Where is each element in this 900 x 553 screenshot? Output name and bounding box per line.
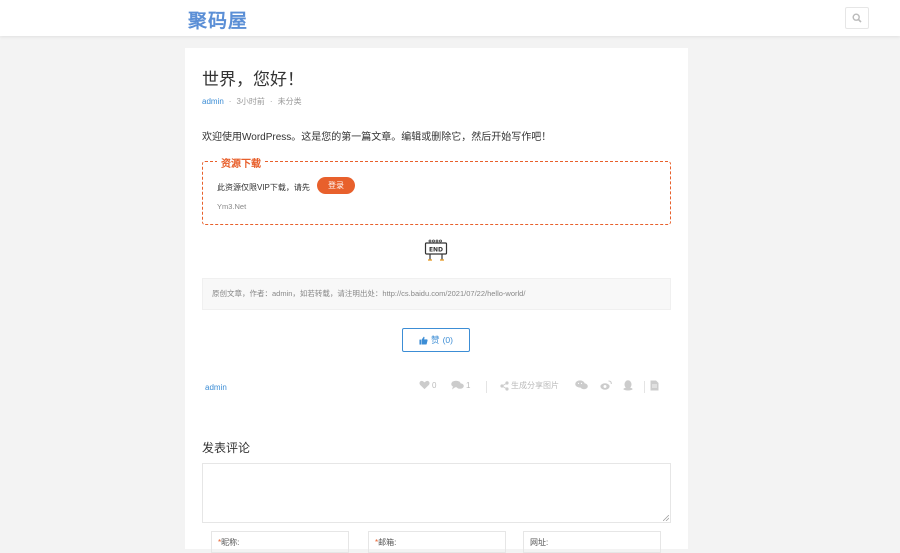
heart-icon (419, 380, 430, 390)
name-label: 昵称: (221, 538, 240, 547)
search-button[interactable] (845, 7, 869, 29)
weibo-share[interactable] (600, 380, 612, 390)
comments-action[interactable]: 1 (451, 380, 470, 390)
favorite-action[interactable]: 0 (419, 380, 436, 390)
comment-textarea[interactable] (202, 463, 671, 523)
favorite-count: 0 (432, 380, 437, 390)
download-legend: 资源下载 (217, 155, 265, 170)
download-text: 此资源仅限VIP下载，请先 (217, 183, 310, 192)
comments-icon (451, 380, 464, 390)
share-image-label: 生成分享图片 (511, 381, 559, 390)
thumbs-up-icon (419, 336, 428, 345)
document-action[interactable] (650, 380, 659, 391)
qq-icon (623, 380, 633, 391)
download-site: Ym3.Net (217, 202, 247, 211)
footer-author-link[interactable]: admin (205, 383, 227, 392)
meta-author-link[interactable]: admin (202, 97, 224, 106)
like-label: 赞 (431, 335, 440, 345)
email-field[interactable]: *邮箱: (368, 531, 506, 553)
document-icon (650, 380, 659, 391)
end-sign-icon: END (424, 239, 448, 261)
like-count: (0) (442, 335, 453, 345)
download-box: 资源下载 此资源仅限VIP下载，请先 登录 Ym3.Net (202, 155, 671, 225)
post-intro: 欢迎使用WordPress。这是您的第一篇文章。编辑或删除它，然后开始写作吧！ (202, 132, 552, 143)
qq-share[interactable] (623, 380, 633, 391)
site-logo[interactable]: 聚码屋 (188, 6, 248, 33)
comment-section-title: 发表评论 (202, 441, 251, 455)
meta-time: 3小时前 (236, 97, 265, 106)
svg-text:END: END (429, 247, 443, 254)
post-card: 世界，您好！ admin · 3小时前 · 未分类 欢迎使用WordPress。这是您的… (185, 48, 688, 553)
comment-fields: *昵称: *邮箱: 网址: (202, 523, 671, 553)
post-title: 世界，您好！ (202, 70, 304, 89)
share-image-action[interactable]: 生成分享图片 (500, 380, 559, 391)
login-button[interactable]: 登录 (317, 177, 355, 194)
copyright-notice: 原创文章，作者：admin，如若转载，请注明出处：http://cs.baidu… (202, 278, 671, 310)
meta-category-link[interactable]: 未分类 (278, 97, 302, 106)
weibo-icon (600, 380, 612, 390)
wechat-share[interactable] (575, 380, 588, 390)
comments-count: 1 (466, 380, 471, 390)
url-field[interactable]: 网址: (523, 531, 661, 553)
search-icon (852, 13, 862, 23)
wechat-icon (575, 380, 588, 390)
site-header: 聚码屋 (0, 0, 900, 36)
url-label: 网址: (530, 538, 549, 547)
post-meta: admin · 3小时前 · 未分类 (202, 97, 302, 106)
name-field[interactable]: *昵称: (211, 531, 349, 553)
email-label: 邮箱: (378, 538, 397, 547)
share-icon (500, 380, 509, 391)
resize-handle-icon[interactable] (663, 515, 669, 521)
like-button[interactable]: 赞 (0) (402, 328, 470, 352)
